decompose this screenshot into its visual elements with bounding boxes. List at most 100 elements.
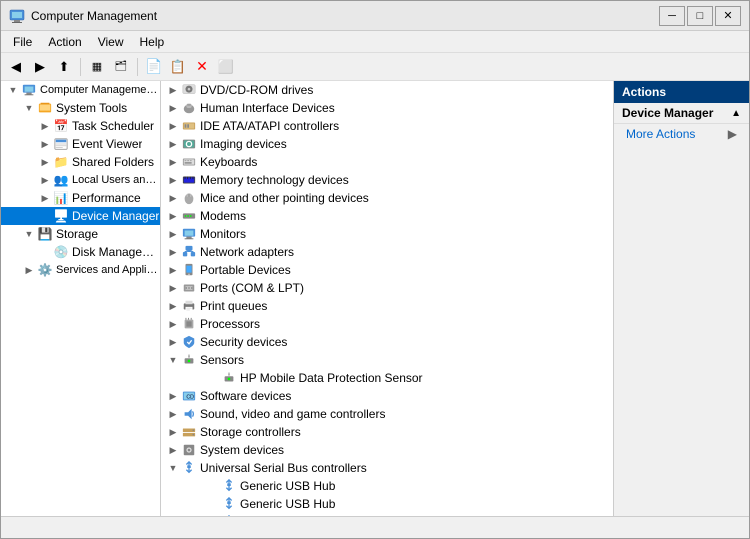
expand-icon: ▼ [165,352,181,368]
network-icon [181,244,197,260]
center-item-intel-1e26[interactable]: Intel(R) 7 Series/C216 Chipset Family US… [161,513,613,516]
title-bar: Computer Management ─ □ ✕ [1,1,749,31]
storage-icon: 💾 [37,226,53,242]
expand-icon: ▶ [37,190,53,206]
tree-item-shared-folders[interactable]: ▶ 📁 Shared Folders [1,153,160,171]
actions-section-device-manager[interactable]: Device Manager ▲ [614,103,749,124]
actions-title: Actions [622,85,666,99]
toolbar-new[interactable]: 📄 [143,56,165,78]
center-item-print[interactable]: ▶ Print queues [161,297,613,315]
center-item-monitors[interactable]: ▶ Monitors [161,225,613,243]
center-item-imaging[interactable]: ▶ Imaging devices [161,135,613,153]
ports-icon [181,280,197,296]
center-item-usb-hub2[interactable]: Generic USB Hub [161,495,613,513]
center-item-ide[interactable]: ▶ IDE ATA/ATAPI controllers [161,117,613,135]
expand-icon: ▶ [165,298,181,314]
toolbar-forward[interactable]: ▶ [29,56,51,78]
menu-file[interactable]: File [5,33,40,51]
expand-icon: ▶ [165,226,181,242]
center-item-memory[interactable]: ▶ Memory technology devices [161,171,613,189]
tree-item-services[interactable]: ▶ ⚙️ Services and Applications [1,261,160,279]
tree-label: Monitors [200,227,246,241]
tree-label: Computer Management (Local [40,84,160,96]
title-buttons: ─ □ ✕ [659,6,741,26]
tree-item-computer-management[interactable]: ▼ Computer Management (Local [1,81,160,99]
tree-label: Security devices [200,335,287,349]
actions-more-actions[interactable]: More Actions ▶ [614,124,749,144]
center-item-usb-hub1[interactable]: Generic USB Hub [161,477,613,495]
center-item-hid[interactable]: ▶ Human Interface Devices [161,99,613,117]
expand-icon: ▶ [165,406,181,422]
tree-item-system-tools[interactable]: ▼ System Tools [1,99,160,117]
more-actions-arrow: ▶ [728,127,737,141]
toolbar-view[interactable]: 🗂 [110,56,132,78]
sound-icon [181,406,197,422]
center-item-sound[interactable]: ▶ Sound, video and game controllers [161,405,613,423]
center-item-modems[interactable]: ▶ Modems [161,207,613,225]
center-item-system[interactable]: ▶ System devices [161,441,613,459]
mice-icon [181,190,197,206]
center-item-dvd[interactable]: ▶ DVD/CD-ROM drives [161,81,613,99]
tree-item-disk-management[interactable]: 💿 Disk Management [1,243,160,261]
expand-icon: ▶ [165,118,181,134]
center-item-mice[interactable]: ▶ Mice and other pointing devices [161,189,613,207]
expand-icon: ▼ [165,460,181,476]
center-item-processors[interactable]: ▶ Processors [161,315,613,333]
maximize-button[interactable]: □ [687,6,713,26]
close-button[interactable]: ✕ [715,6,741,26]
expand-icon: ▼ [5,82,21,98]
tree-item-device-manager[interactable]: 🖥️ Device Manager [1,207,160,225]
menu-help[interactable]: Help [132,33,173,51]
status-bar [1,516,749,538]
toolbar-properties[interactable]: 📋 [167,56,189,78]
expand-icon: ▶ [165,388,181,404]
print-icon [181,298,197,314]
tree-item-task-scheduler[interactable]: ▶ 📅 Task Scheduler [1,117,160,135]
usb-icon [181,460,197,476]
tree-label: Performance [72,191,141,205]
tree-label: Intel(R) 7 Series/C216 Chipset Family US… [240,515,613,516]
center-item-software[interactable]: ▶ CD Software devices [161,387,613,405]
expand-icon: ▶ [165,172,181,188]
center-item-storage-ctrl[interactable]: ▶ Storage controllers [161,423,613,441]
software-icon: CD [181,388,197,404]
tree-label: Services and Applications [56,264,160,276]
toolbar: ◀ ▶ ⬆ ▦ 🗂 📄 📋 ✕ ⬜ [1,53,749,81]
tree-label: Generic USB Hub [240,497,335,511]
section-title-label: Device Manager [622,106,713,120]
tree-label: Generic USB Hub [240,479,335,493]
toolbar-help[interactable]: ⬜ [215,56,237,78]
minimize-button[interactable]: ─ [659,6,685,26]
menu-view[interactable]: View [90,33,132,51]
tree-item-event-viewer[interactable]: ▶ Event Viewer [1,135,160,153]
center-item-security[interactable]: ▶ Security devices [161,333,613,351]
tree-label: Disk Management [72,245,160,259]
tree-item-performance[interactable]: ▶ 📊 Performance [1,189,160,207]
tree-item-storage[interactable]: ▼ 💾 Storage [1,225,160,243]
center-item-ports[interactable]: ▶ Ports (COM & LPT) [161,279,613,297]
center-item-network[interactable]: ▶ Network adapters [161,243,613,261]
center-item-sensors[interactable]: ▼ Sensors [161,351,613,369]
tree-item-local-users[interactable]: ▶ 👥 Local Users and Groups [1,171,160,189]
expand-icon: ▶ [165,334,181,350]
center-item-keyboards[interactable]: ▶ Keyboards [161,153,613,171]
center-item-portable[interactable]: ▶ Portable Devices [161,261,613,279]
center-item-usb[interactable]: ▼ Universal Serial Bus controllers [161,459,613,477]
tree-label: System devices [200,443,284,457]
toolbar-sep2 [137,58,138,76]
expand-icon: ▶ [37,172,53,188]
window-title: Computer Management [31,9,659,23]
toolbar-show-hide[interactable]: ▦ [86,56,108,78]
center-item-hp-sensor[interactable]: HP Mobile Data Protection Sensor [161,369,613,387]
usb-hub-icon [221,478,237,494]
usb-hub-icon [221,496,237,512]
toolbar-up[interactable]: ⬆ [53,56,75,78]
menu-action[interactable]: Action [40,33,89,51]
right-panel: Actions Device Manager ▲ More Actions ▶ [614,81,749,516]
toolbar-delete[interactable]: ✕ [191,56,213,78]
toolbar-back[interactable]: ◀ [5,56,27,78]
tree-label: Storage [56,227,98,241]
expand-icon: ▶ [21,262,37,278]
expand-icon [37,208,53,224]
left-panel: ▼ Computer Management (Local ▼ [1,81,161,516]
